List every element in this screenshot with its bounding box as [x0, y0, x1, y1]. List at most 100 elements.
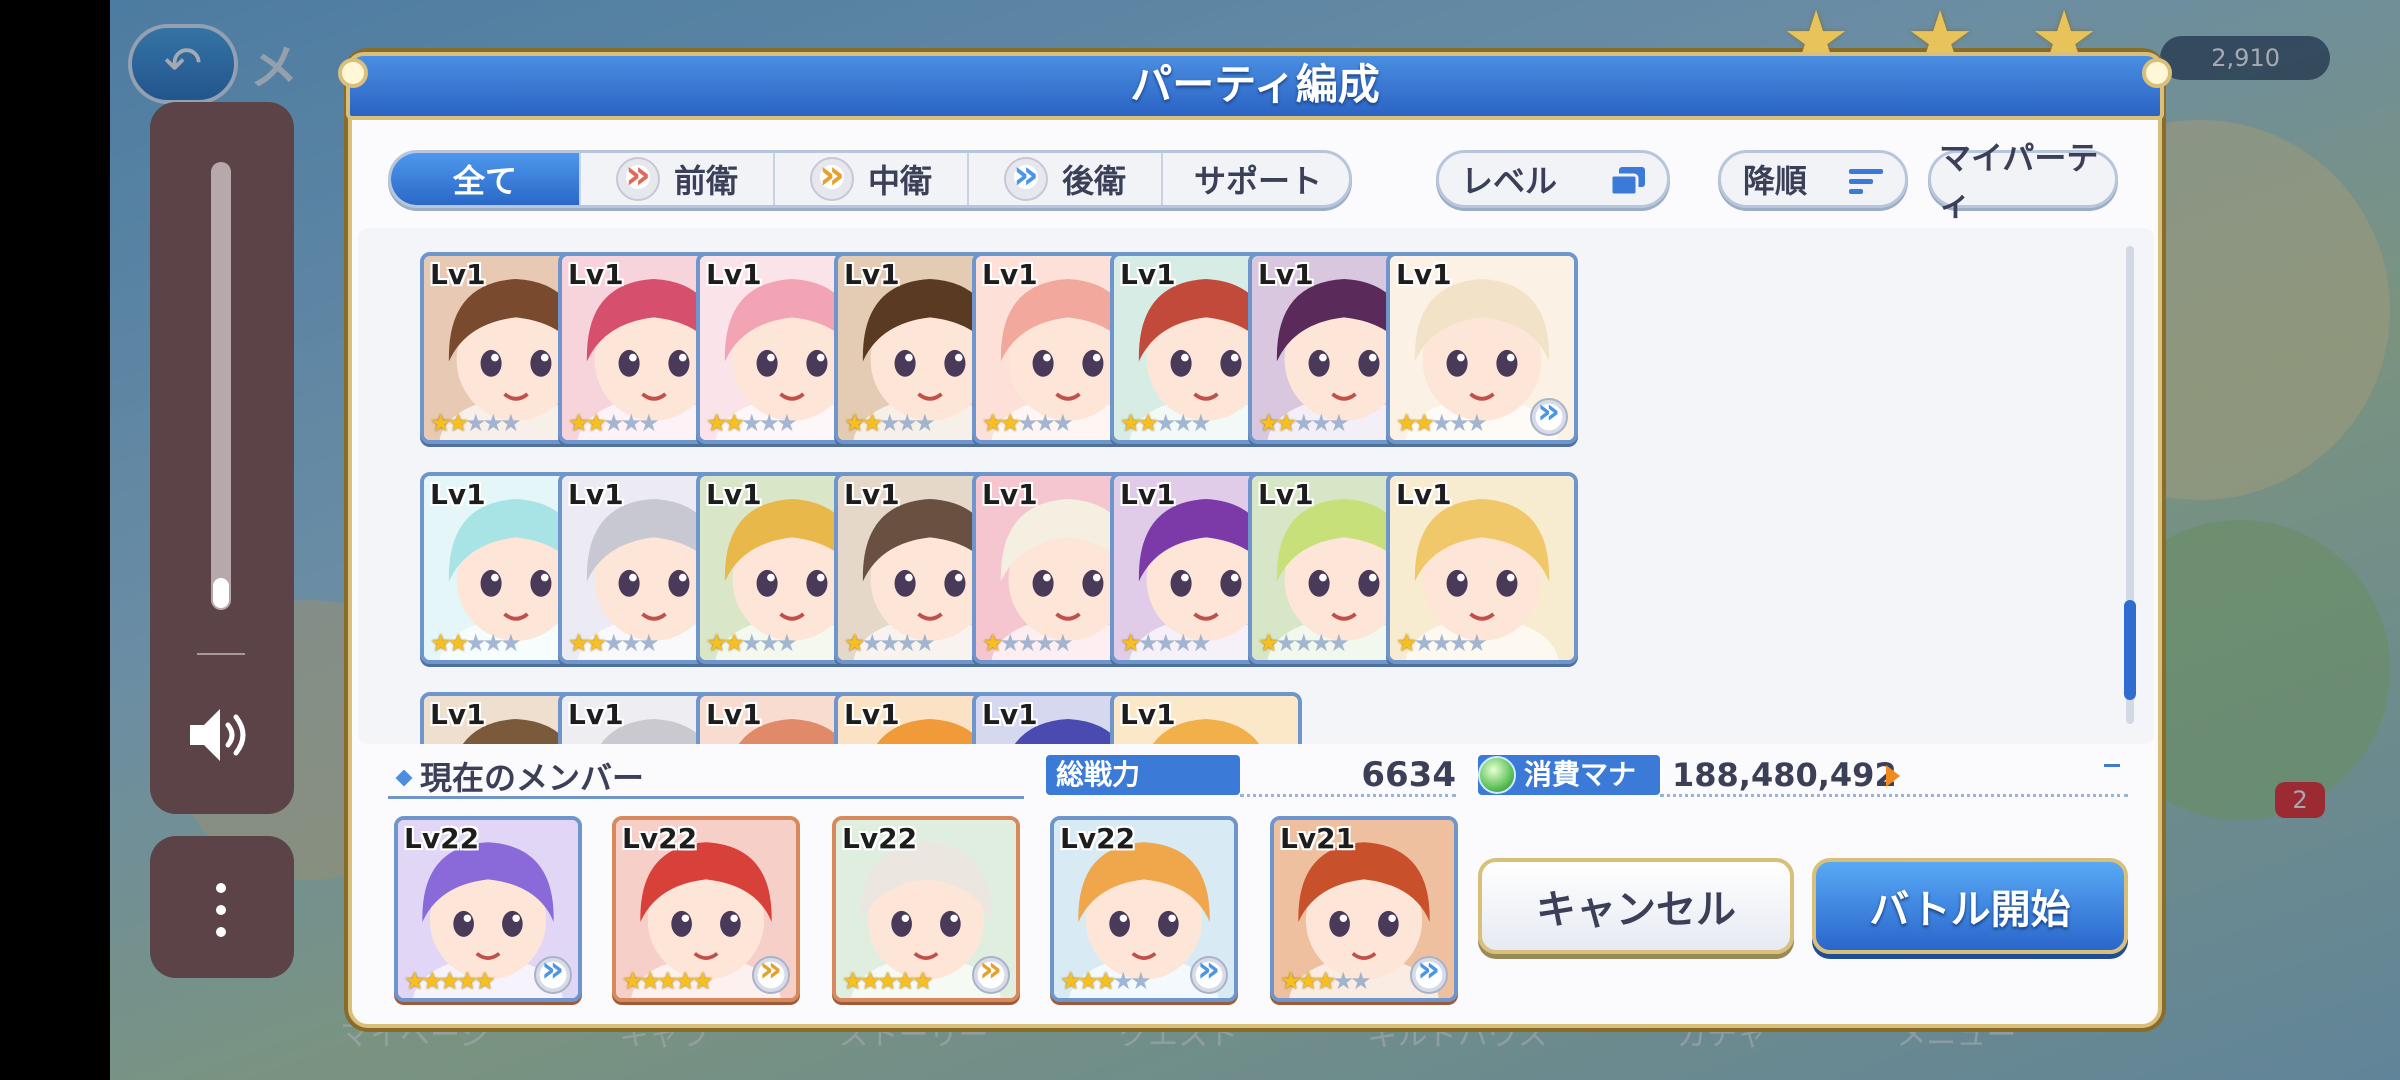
level-label: Lv22: [404, 822, 480, 855]
star-rating: ★★★★★: [844, 409, 935, 437]
star-icon: ★: [706, 629, 727, 657]
star-icon: ★: [758, 409, 780, 437]
level-label: Lv1: [1120, 698, 1176, 731]
star-icon: ★: [1396, 409, 1417, 437]
arrow-right-icon[interactable]: [1886, 765, 1900, 787]
level-label: Lv1: [1258, 478, 1314, 511]
level-label: Lv21: [1280, 822, 1356, 855]
start-battle-button[interactable]: バトル開始: [1812, 858, 2128, 954]
corner-ornament: [2142, 58, 2172, 88]
star-icon: ★: [1258, 629, 1279, 657]
star-icon: ★: [844, 409, 865, 437]
rank-up-icon: [534, 949, 572, 994]
star-icon: ★: [568, 409, 589, 437]
star-icon: ★: [1275, 629, 1297, 657]
star-icon: ★: [776, 409, 797, 437]
star-icon: ★: [1332, 967, 1354, 995]
current-members-heading: 現在のメンバー: [394, 753, 644, 799]
total-power-value: 6634: [1361, 755, 1456, 795]
star-rating: ★★★★★: [982, 409, 1073, 437]
level-label: Lv1: [706, 478, 762, 511]
star-icon: ★: [456, 967, 478, 995]
star-icon: ★: [1297, 967, 1319, 995]
star-icon: ★: [404, 967, 425, 995]
star-icon: ★: [1448, 409, 1470, 437]
volume-slider-thumb[interactable]: [213, 578, 229, 608]
star-icon: ★: [1190, 629, 1211, 657]
sort-order-button[interactable]: 降順: [1718, 150, 1908, 208]
level-label: Lv1: [430, 478, 486, 511]
rank-up-icon: [1530, 391, 1568, 436]
sort-key-button[interactable]: レベル: [1436, 150, 1670, 208]
character-card[interactable]: Lv21 ★★★★★: [1270, 816, 1458, 1002]
star-rating: ★★★★★: [1120, 409, 1211, 437]
star-icon: ★: [1120, 629, 1141, 657]
rank-up-icon: [972, 949, 1010, 994]
star-icon: ★: [1120, 409, 1141, 437]
level-label: Lv1: [1396, 478, 1452, 511]
tab-middle[interactable]: 中衛: [775, 153, 969, 205]
speaker-icon[interactable]: [186, 703, 256, 767]
star-icon: ★: [1310, 629, 1332, 657]
volume-slider-track[interactable]: [211, 162, 231, 610]
mana-orb-icon: [1478, 756, 1516, 794]
star-rating: ★★★★★: [1396, 409, 1487, 437]
star-icon: ★: [999, 629, 1021, 657]
star-icon: ★: [639, 967, 661, 995]
roster-scrollbar-thumb[interactable]: [2124, 600, 2136, 700]
star-icon: ★: [1431, 629, 1452, 657]
star-rating: ★★★★★: [430, 629, 521, 657]
star-rating: ★★★★★: [706, 629, 797, 657]
star-icon: ★: [859, 967, 881, 995]
star-rating: ★★★★★: [430, 409, 521, 437]
level-label: Lv1: [706, 698, 762, 731]
star-icon: ★: [1190, 409, 1211, 437]
star-icon: ★: [723, 629, 745, 657]
role-filter-tabs: 全て 前衛 中衛 後衛 サポート: [388, 150, 1352, 208]
star-icon: ★: [447, 409, 469, 437]
character-card[interactable]: Lv22 ★★★★★: [612, 816, 800, 1002]
level-label: Lv1: [1120, 258, 1176, 291]
window-stack-icon: [1609, 167, 1645, 197]
star-rating: ★★★★★: [568, 629, 659, 657]
character-card[interactable]: Lv22 ★★★★★: [832, 816, 1020, 1002]
star-icon: ★: [842, 967, 863, 995]
star-rating: ★★★★★: [404, 967, 495, 995]
star-icon: ★: [877, 967, 898, 995]
tab-support[interactable]: サポート: [1163, 153, 1349, 205]
star-icon: ★: [1130, 967, 1151, 995]
character-card[interactable]: Lv22 ★★★★★: [1050, 816, 1238, 1002]
level-label: Lv1: [844, 258, 900, 291]
character-card[interactable]: Lv1★★★★★: [1110, 692, 1302, 744]
level-label: Lv1: [844, 478, 900, 511]
star-icon: ★: [603, 629, 624, 657]
star-icon: ★: [1172, 409, 1194, 437]
tab-front[interactable]: 前衛: [581, 153, 775, 205]
star-icon: ★: [982, 409, 1003, 437]
my-party-button[interactable]: マイパーティ: [1928, 139, 2118, 223]
star-icon: ★: [500, 629, 521, 657]
character-card[interactable]: Lv1★★★★★: [1386, 252, 1578, 444]
tab-label: 全て: [452, 162, 517, 200]
star-icon: ★: [638, 409, 659, 437]
tab-back[interactable]: 後衛: [969, 153, 1163, 205]
star-icon: ★: [638, 629, 659, 657]
star-icon: ★: [844, 629, 865, 657]
character-card[interactable]: Lv1 ★★★★★: [1386, 472, 1578, 664]
start-battle-label: バトル開始: [1869, 887, 2071, 933]
more-vert-icon[interactable]: [204, 880, 238, 940]
star-rating: ★★★★★: [1396, 629, 1487, 657]
star-rating: ★★★★★: [844, 629, 935, 657]
character-card[interactable]: Lv22 ★★★★★: [394, 816, 582, 1002]
star-icon: ★: [568, 629, 589, 657]
current-members-label: 現在のメンバー: [420, 759, 645, 797]
star-icon: ★: [1448, 629, 1470, 657]
star-rating: ★★★★★: [706, 409, 797, 437]
cancel-button[interactable]: キャンセル: [1478, 858, 1794, 954]
star-icon: ★: [1328, 629, 1349, 657]
tab-all[interactable]: 全て: [391, 153, 581, 205]
star-icon: ★: [620, 629, 642, 657]
rank-up-icon: [1410, 949, 1448, 994]
level-label: Lv1: [1258, 258, 1314, 291]
star-icon: ★: [1280, 967, 1301, 995]
